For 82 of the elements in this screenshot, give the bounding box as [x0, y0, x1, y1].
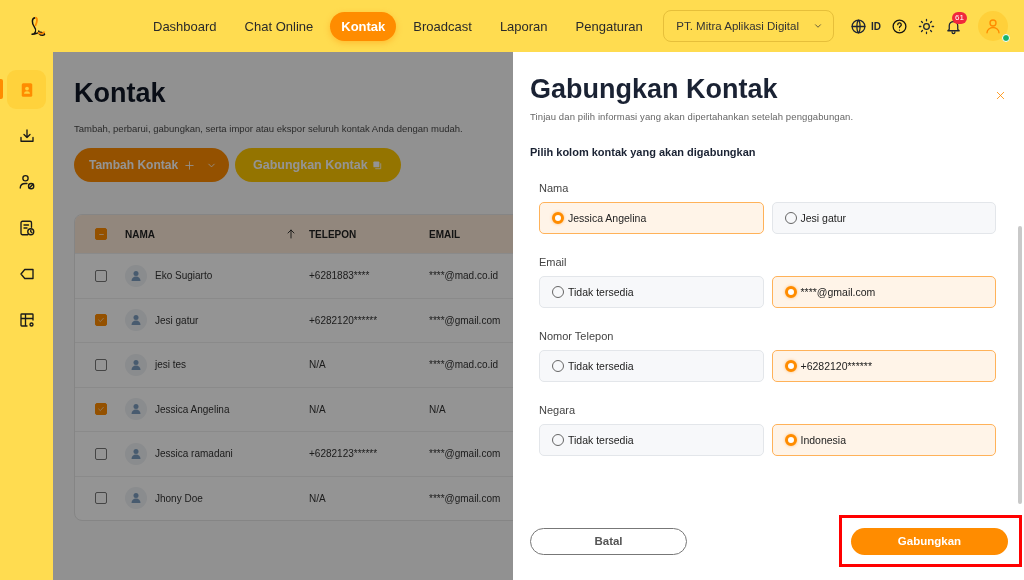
- nav-tab[interactable]: Pengaturan: [564, 11, 654, 41]
- merge-option[interactable]: Tidak tersedia: [539, 424, 764, 456]
- table-gear-icon: [17, 310, 36, 329]
- person-icon: [130, 403, 142, 416]
- merge-option[interactable]: +6282120******: [771, 350, 996, 382]
- table-cell: ****@gmail.com: [429, 314, 501, 326]
- table-cell-text: N/A: [309, 492, 327, 504]
- field-label: Nomor Telepon: [539, 330, 615, 342]
- person-icon: [130, 314, 142, 327]
- check-icon: [97, 316, 105, 325]
- person-icon: [130, 269, 142, 282]
- table-cell-text: +6281883****: [309, 270, 371, 282]
- table-cell-text: Eko Sugiarto: [155, 270, 214, 282]
- drawer-subtitle: Tinjau dan pilih informasi yang akan dipertahankan setelah penggabungan.: [530, 111, 855, 122]
- field-label: Nama: [539, 182, 570, 194]
- merge-option[interactable]: Jessica Angelina: [539, 202, 764, 234]
- table-cell-text: Jessica ramadani: [155, 448, 234, 460]
- sun-icon[interactable]: [918, 17, 935, 35]
- section-heading: Pilih kolom kontak yang akan digabungkan: [530, 146, 757, 158]
- plus-icon: [184, 159, 196, 171]
- field-label: Negara: [539, 404, 577, 416]
- table-cell-text: Jessica Angelina: [155, 403, 231, 415]
- nav-tab[interactable]: Broadcast: [402, 11, 483, 41]
- table-cell-text: Jesi gatur: [155, 314, 200, 326]
- table-cell-text: +6282120******: [309, 314, 379, 326]
- select-all-checkbox[interactable]: [95, 228, 107, 240]
- drawer-title: Gabungkan Kontak: [530, 74, 779, 105]
- merge-option[interactable]: ****@gmail.com: [771, 276, 996, 308]
- sort-arrow-icon[interactable]: [285, 228, 297, 240]
- radio-button[interactable]: [784, 286, 797, 298]
- nav-tab[interactable]: Laporan: [488, 11, 559, 41]
- notification-badge: 61: [952, 11, 967, 24]
- document-clock-icon: [17, 218, 36, 237]
- row-checkbox[interactable]: [95, 447, 107, 460]
- table-cell: ****@mad.co.id: [429, 359, 499, 371]
- user-blocked-icon: [17, 172, 36, 191]
- check-icon: [97, 405, 105, 414]
- page-title: Kontak: [74, 78, 166, 109]
- table-cell: ****@gmail.com: [429, 492, 501, 504]
- row-checkbox[interactable]: [95, 358, 107, 371]
- table-cell: N/A: [429, 403, 446, 415]
- download-tray-icon: [17, 126, 36, 145]
- active-indicator: [0, 79, 3, 99]
- person-icon: [130, 492, 142, 505]
- table-cell-text: Jhony Doe: [155, 492, 204, 504]
- organization-select[interactable]: PT. Mitra Aplikasi Digital: [663, 10, 834, 42]
- table-cell-text: N/A: [309, 359, 327, 371]
- close-icon: [995, 90, 1006, 101]
- column-header[interactable]: EMAIL: [429, 228, 461, 240]
- column-header[interactable]: NAMA: [125, 228, 155, 240]
- table-cell-text: +6282123******: [309, 448, 379, 460]
- nav-tab[interactable]: Chat Online: [233, 11, 325, 41]
- column-header[interactable]: TELEPON: [309, 228, 429, 240]
- radio-button[interactable]: [552, 212, 564, 224]
- merge-option[interactable]: Indonesia: [771, 424, 996, 456]
- table-cell-text: N/A: [309, 403, 327, 415]
- table-cell-text: jesi tes: [155, 359, 188, 371]
- globe-icon[interactable]: [850, 17, 867, 35]
- table-cell: ****@gmail.com: [429, 448, 501, 460]
- close-button[interactable]: [995, 90, 1006, 101]
- row-checkbox[interactable]: [95, 269, 107, 282]
- language-code[interactable]: ID: [871, 20, 881, 32]
- user-icon: [984, 17, 1002, 35]
- help-icon[interactable]: [891, 17, 908, 35]
- table-cell: ****@mad.co.id: [429, 270, 499, 282]
- merge-option[interactable]: Tidak tersedia: [539, 350, 764, 382]
- nav-tab[interactable]: Dashboard: [142, 11, 228, 41]
- user-avatar[interactable]: [978, 11, 1008, 41]
- cancel-button[interactable]: Batal: [530, 527, 687, 555]
- row-checkbox[interactable]: [95, 492, 107, 505]
- row-checkbox[interactable]: [95, 403, 107, 416]
- merge-option[interactable]: Tidak tersedia: [539, 276, 764, 308]
- page-subtitle: Tambah, perbarui, gabungkan, serta impor atau ekspor seluruh kontak Anda dengan mudah.: [74, 123, 463, 134]
- radio-button[interactable]: [784, 434, 797, 446]
- chevron-down-icon: [813, 21, 823, 31]
- copy-icon: [371, 159, 383, 171]
- person-icon: [130, 447, 142, 460]
- radio-button[interactable]: [784, 360, 797, 372]
- person-icon: [130, 358, 142, 371]
- row-checkbox[interactable]: [95, 314, 107, 327]
- merge-option[interactable]: Jesi gatur: [771, 202, 996, 234]
- field-label: Email: [539, 256, 568, 268]
